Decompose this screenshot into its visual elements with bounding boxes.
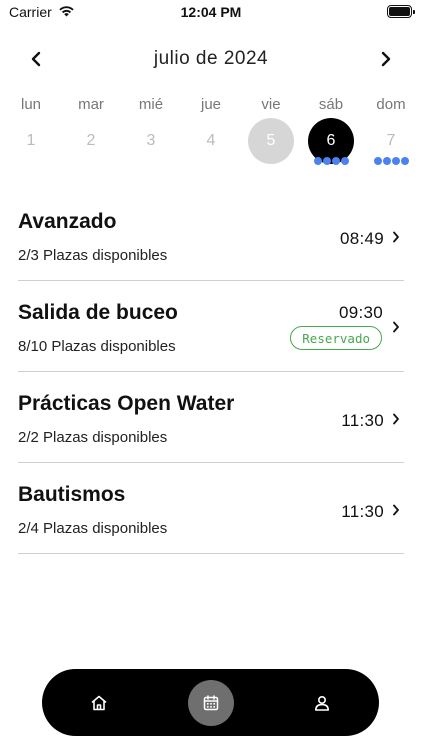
reserved-badge: Reservado <box>290 326 382 350</box>
day-name: sáb <box>318 96 344 113</box>
event-dot <box>373 157 382 165</box>
day-cell[interactable]: lun 1 <box>6 96 56 176</box>
session-availability: 2/2 Plazas disponibles <box>18 429 168 446</box>
day-name: vie <box>261 96 281 113</box>
day-cell-today[interactable]: vie 5 <box>246 96 296 176</box>
day-name: mar <box>78 96 104 113</box>
day-cell[interactable]: mar 2 <box>66 96 116 176</box>
chevron-right-icon <box>390 503 402 517</box>
chevron-right-icon <box>390 412 402 426</box>
session-availability: 8/10 Plazas disponibles <box>18 338 176 355</box>
session-title: Salida de buceo <box>18 301 178 324</box>
tab-calendar[interactable] <box>188 680 234 726</box>
day-number: 3 <box>146 132 156 149</box>
event-dot <box>400 157 409 165</box>
home-icon <box>91 695 107 711</box>
session-availability: 2/3 Plazas disponibles <box>18 247 168 264</box>
event-indicator <box>366 157 416 165</box>
event-dot <box>340 157 349 165</box>
session-row[interactable]: Bautismos 2/4 Plazas disponibles 11:30 <box>18 463 404 554</box>
battery-icon <box>387 5 415 18</box>
session-title: Bautismos <box>18 483 126 506</box>
status-bar: Carrier 12:04 PM <box>0 0 422 24</box>
session-row[interactable]: Salida de buceo 8/10 Plazas disponibles … <box>18 281 404 372</box>
session-list: Avanzado 2/3 Plazas disponibles 08:49 Sa… <box>18 190 404 554</box>
session-row[interactable]: Prácticas Open Water 2/2 Plazas disponib… <box>18 372 404 463</box>
event-dot <box>313 157 322 165</box>
chevron-right-icon <box>390 230 402 244</box>
session-time: 08:49 <box>339 229 384 248</box>
tab-home[interactable] <box>76 680 122 726</box>
day-cell[interactable]: jue 4 <box>186 96 236 176</box>
event-dot <box>322 157 331 165</box>
session-availability: 2/4 Plazas disponibles <box>18 520 168 537</box>
event-dot <box>331 157 340 165</box>
session-time: 11:30 <box>341 411 384 430</box>
next-month-button[interactable] <box>373 46 399 72</box>
day-name: mié <box>138 96 164 113</box>
event-indicator <box>306 157 356 165</box>
chevron-right-icon <box>390 320 402 334</box>
week-strip: lun 1 mar 2 mié 3 jue 4 vie 5 sáb 6 dom … <box>0 96 422 176</box>
day-number: 5 <box>248 118 294 164</box>
day-cell-selected[interactable]: sáb 6 <box>306 96 356 176</box>
month-title: julio de 2024 <box>153 48 269 69</box>
day-name: jue <box>200 96 222 113</box>
calendar-icon <box>203 695 219 711</box>
tab-bar <box>42 669 379 736</box>
month-header: julio de 2024 <box>0 44 422 74</box>
event-dot <box>391 157 400 165</box>
session-title: Prácticas Open Water <box>18 392 235 415</box>
status-time: 12:04 PM <box>180 4 242 20</box>
day-number: 1 <box>26 132 36 149</box>
session-title: Avanzado <box>18 210 117 233</box>
day-name: lun <box>20 96 42 113</box>
session-row[interactable]: Avanzado 2/3 Plazas disponibles 08:49 <box>18 190 404 281</box>
session-time: 09:30 <box>338 303 383 322</box>
user-icon <box>315 695 329 711</box>
chevron-right-icon <box>381 51 391 67</box>
day-cell[interactable]: dom 7 <box>366 96 416 176</box>
event-dot <box>382 157 391 165</box>
day-name: dom <box>376 96 406 113</box>
day-cell[interactable]: mié 3 <box>126 96 176 176</box>
session-time: 11:30 <box>341 502 384 521</box>
day-number: 4 <box>206 132 216 149</box>
day-number: 2 <box>86 132 96 149</box>
tab-profile[interactable] <box>299 680 345 726</box>
